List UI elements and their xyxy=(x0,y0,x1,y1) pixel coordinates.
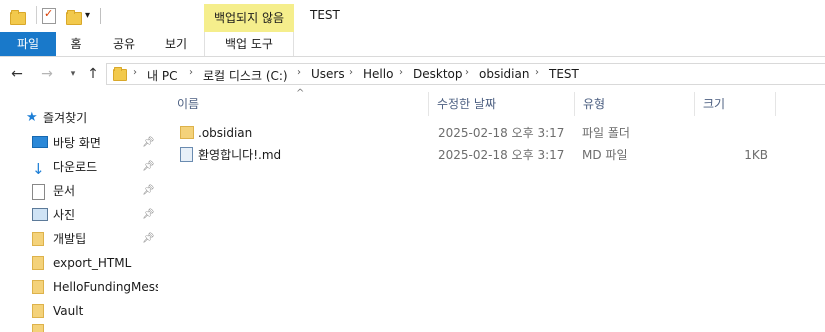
customize-toolbar-icon[interactable]: ▾ xyxy=(85,10,90,21)
column-divider[interactable] xyxy=(428,92,429,116)
nav-item-label: 문서 xyxy=(53,184,76,198)
nav-item-pictures[interactable]: 사진 📌︎ xyxy=(26,203,156,227)
tab-share[interactable]: 공유 xyxy=(104,32,144,56)
breadcrumb-test[interactable]: TEST xyxy=(549,67,579,81)
divider xyxy=(100,8,101,24)
breadcrumb-hello[interactable]: Hello xyxy=(363,67,393,81)
recent-locations-icon[interactable]: ▾ xyxy=(64,65,82,83)
column-header-name[interactable]: 이름 xyxy=(177,92,199,116)
chevron-right-icon[interactable]: › xyxy=(297,67,301,78)
column-header-modified[interactable]: 수정한 날짜 xyxy=(437,92,496,116)
tab-file[interactable]: 파일 xyxy=(0,32,56,56)
nav-item-downloads[interactable]: ↓ 다운로드 📌︎ xyxy=(26,155,156,179)
tab-view[interactable]: 보기 xyxy=(156,32,196,56)
pin-icon[interactable]: 📌︎ xyxy=(142,155,155,179)
nav-item-label: 바탕 화면 xyxy=(53,136,101,150)
properties-icon[interactable]: ✓ xyxy=(42,7,56,24)
window-title: TEST xyxy=(310,8,340,22)
folder-icon[interactable] xyxy=(10,10,26,25)
file-modified: 2025-02-18 오후 3:17 xyxy=(438,148,565,162)
nav-item-label: 즐겨찾기 xyxy=(43,111,88,125)
pin-icon[interactable]: 📌︎ xyxy=(142,179,155,203)
column-divider[interactable] xyxy=(775,92,776,116)
nav-item-label: export_HTML xyxy=(53,256,132,270)
file-row[interactable]: 환영합니다!.md 2025-02-18 오후 3:17 MD 파일 1KB xyxy=(172,144,812,166)
folder-icon xyxy=(32,256,44,270)
chevron-right-icon[interactable]: › xyxy=(399,67,403,78)
download-arrow-icon: ↓ xyxy=(32,160,45,178)
breadcrumb-local-disk[interactable]: 로컬 디스크 (C:) xyxy=(203,67,288,84)
folder-icon xyxy=(113,67,127,81)
file-name: 환영합니다!.md xyxy=(198,148,282,162)
column-divider[interactable] xyxy=(574,92,575,116)
folder-icon xyxy=(32,232,44,246)
breadcrumb-this-pc[interactable]: 내 PC xyxy=(147,67,177,84)
file-type: MD 파일 xyxy=(582,148,628,162)
chevron-right-icon[interactable]: › xyxy=(189,67,193,78)
file-modified: 2025-02-18 오후 3:17 xyxy=(438,126,565,140)
nav-item-hellofunding[interactable]: HelloFundingMesse xyxy=(26,275,158,299)
file-row[interactable]: .obsidian 2025-02-18 오후 3:17 파일 폴더 xyxy=(172,122,812,144)
pin-icon[interactable]: 📌︎ xyxy=(142,227,155,251)
file-name: .obsidian xyxy=(198,126,253,140)
tab-backup-tools[interactable]: 백업 도구 xyxy=(204,32,294,56)
nav-item-label: 다운로드 xyxy=(53,160,98,174)
column-header-type[interactable]: 유형 xyxy=(583,92,605,116)
new-folder-icon[interactable] xyxy=(66,10,82,25)
breadcrumb-users[interactable]: Users xyxy=(311,67,345,81)
nav-item-desktop[interactable]: 바탕 화면 📌︎ xyxy=(26,131,156,155)
context-tab-group: 백업되지 않음 xyxy=(204,4,294,32)
breadcrumb-obsidian[interactable]: obsidian xyxy=(479,67,529,81)
sort-ascending-icon: ^ xyxy=(296,88,305,99)
pin-icon[interactable]: 📌︎ xyxy=(142,131,155,155)
divider xyxy=(36,6,37,24)
tab-home[interactable]: 홈 xyxy=(58,32,94,56)
nav-item-export-html[interactable]: export_HTML xyxy=(26,251,156,275)
address-bar[interactable]: › 내 PC › 로컬 디스크 (C:) › Users › Hello › D… xyxy=(106,63,825,85)
nav-item-label: Vault xyxy=(53,304,84,318)
forward-arrow-icon[interactable]: → xyxy=(38,65,56,83)
folder-icon xyxy=(32,304,44,318)
pin-icon[interactable]: 📌︎ xyxy=(142,203,155,227)
text-file-icon xyxy=(180,147,193,162)
file-size: 1KB xyxy=(744,148,768,162)
nav-item-devtips[interactable]: 개발팁 📌︎ xyxy=(26,227,156,251)
title-bar: ✓ ▾ 백업되지 않음 TEST xyxy=(0,0,825,32)
document-icon xyxy=(32,184,45,200)
nav-item-label: 사진 xyxy=(53,208,76,222)
back-arrow-icon[interactable]: ← xyxy=(8,65,26,83)
folder-icon xyxy=(32,324,44,332)
breadcrumb-desktop[interactable]: Desktop xyxy=(413,67,463,81)
column-divider[interactable] xyxy=(694,92,695,116)
nav-item-documents[interactable]: 문서 📌︎ xyxy=(26,179,156,203)
column-header-size[interactable]: 크기 xyxy=(703,92,725,116)
up-arrow-icon[interactable]: ↑ xyxy=(84,65,102,83)
chevron-right-icon[interactable]: › xyxy=(465,67,469,78)
folder-icon xyxy=(32,280,44,294)
chevron-right-icon: › xyxy=(133,67,137,78)
chevron-right-icon[interactable]: › xyxy=(535,67,539,78)
nav-item-label: HelloFundingMesse xyxy=(53,280,158,294)
file-type: 파일 폴더 xyxy=(582,126,630,140)
nav-item-vault[interactable]: Vault xyxy=(26,299,156,323)
folder-icon xyxy=(180,126,194,139)
desktop-icon xyxy=(32,136,48,148)
picture-icon xyxy=(32,208,48,221)
nav-item-label: 개발팁 xyxy=(53,232,87,246)
chevron-right-icon[interactable]: › xyxy=(349,67,353,78)
star-icon: ★ xyxy=(26,110,38,125)
